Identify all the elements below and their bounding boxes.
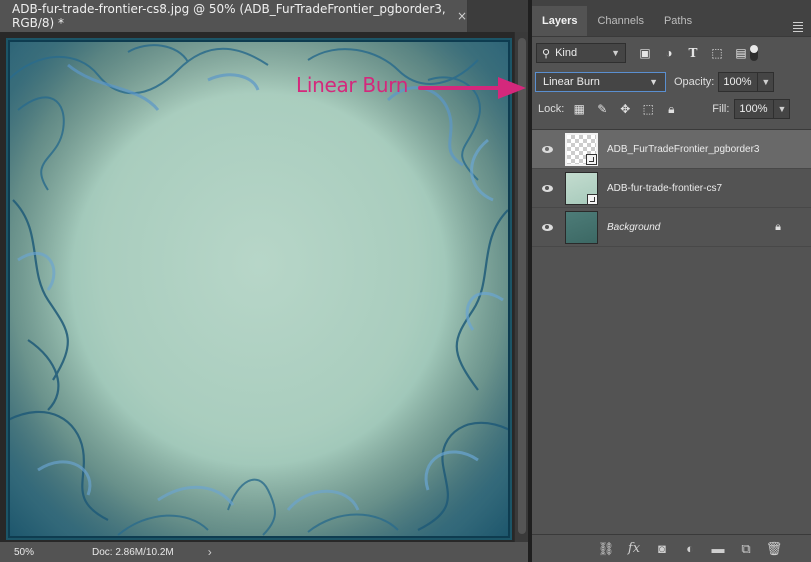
chevron-down-icon: ▼ — [649, 77, 658, 87]
lock-label: Lock: — [538, 103, 565, 115]
layer-filter-row: ⚲ Kind ▼ ▣ ◑ T ⬚ ▤ — [532, 37, 811, 69]
tab-strip-empty — [468, 0, 528, 32]
layer-row[interactable]: ADB-fur-trade-frontier-cs7 — [532, 169, 811, 208]
lock-transparent-pixels-icon[interactable]: ▦ — [572, 102, 586, 116]
layer-name[interactable]: ADB_FurTradeFrontier_pgborder3 — [607, 144, 759, 155]
artboard[interactable] — [6, 38, 512, 540]
image-filter-icon[interactable]: ▣ — [638, 46, 652, 60]
new-layer-icon[interactable]: ⧉ — [739, 541, 753, 557]
fill-label: Fill: — [712, 103, 730, 115]
smart-object-badge-icon — [586, 153, 597, 165]
fill-slider-toggle[interactable]: ▼ — [774, 99, 791, 119]
layer-thumbnail[interactable] — [565, 132, 598, 166]
zoom-level[interactable]: 50% — [0, 547, 40, 558]
lock-artboard-icon[interactable]: ⬚ — [641, 102, 655, 116]
search-icon: ⚲ — [542, 47, 551, 60]
layer-row[interactable]: Background 🔒︎ — [532, 208, 811, 247]
layer-row[interactable]: ADB_FurTradeFrontier_pgborder3 — [532, 130, 811, 169]
annotation-arrow-icon — [418, 77, 526, 99]
blend-mode-value: Linear Burn — [543, 76, 600, 88]
document-tab-title: ADB-fur-trade-frontier-cs8.jpg @ 50% (AD… — [12, 2, 446, 30]
type-filter-icon[interactable]: T — [686, 46, 700, 60]
lock-all-icon[interactable]: 🔒︎ — [664, 102, 678, 116]
visibility-eye-icon[interactable] — [532, 184, 562, 192]
new-group-icon[interactable]: ▬ — [711, 541, 725, 556]
fill-input[interactable]: 100% — [734, 99, 775, 119]
chevron-down-icon: ▼ — [611, 48, 620, 58]
layers-panel-footer: ⛓ fx ◙ ◐ ▬ ⧉ 🗑︎ — [532, 534, 811, 562]
status-bar: 50% Doc: 2.86M/10.2M › — [0, 542, 528, 562]
lock-row: Lock: ▦ ✎ ✥ ⬚ 🔒︎ Fill: 100% ▼ — [532, 95, 811, 123]
layers-panel: Layers Channels Paths ⚲ Kind ▼ ▣ ◑ T ⬚ ▤… — [532, 0, 811, 562]
layer-thumbnail[interactable] — [565, 171, 598, 205]
lock-position-icon[interactable]: ✥ — [618, 102, 632, 116]
smart-object-badge-icon — [587, 193, 598, 205]
visibility-eye-icon[interactable] — [532, 145, 562, 153]
layer-name[interactable]: Background — [607, 222, 660, 233]
opacity-input[interactable]: 100% — [718, 72, 759, 92]
annotation-label: Linear Burn — [296, 73, 409, 97]
layer-name[interactable]: ADB-fur-trade-frontier-cs7 — [607, 183, 722, 194]
shape-filter-icon[interactable]: ⬚ — [710, 46, 724, 60]
adjustment-filter-icon[interactable]: ◑ — [662, 46, 676, 60]
blend-mode-select[interactable]: Linear Burn ▼ — [535, 72, 666, 92]
blend-row: Linear Burn ▼ Opacity: 100% ▼ — [532, 69, 811, 95]
panel-tab-bar: Layers Channels Paths — [532, 0, 811, 37]
filter-toggle-icon[interactable] — [750, 45, 758, 61]
canvas-vertical-scrollbar[interactable] — [514, 32, 528, 542]
adjustment-layer-icon[interactable]: ◐ — [683, 541, 697, 556]
tab-paths[interactable]: Paths — [654, 6, 702, 36]
layer-lock-icon: 🔒︎ — [775, 221, 781, 233]
visibility-eye-icon[interactable] — [532, 223, 562, 231]
floral-border-art — [8, 40, 510, 538]
filter-kind-label: Kind — [555, 47, 578, 59]
link-layers-icon[interactable]: ⛓ — [598, 541, 615, 557]
doc-size-info: Doc: 2.86M/10.2M — [92, 546, 174, 558]
delete-layer-icon[interactable]: 🗑︎ — [766, 541, 783, 557]
document-tab[interactable]: ADB-fur-trade-frontier-cs8.jpg @ 50% (AD… — [0, 0, 468, 32]
smart-object-filter-icon[interactable]: ▤ — [734, 46, 748, 60]
layers-list: ADB_FurTradeFrontier_pgborder3 ADB-fur-t… — [532, 129, 811, 534]
add-mask-icon[interactable]: ◙ — [655, 541, 669, 556]
canvas-area[interactable] — [0, 32, 514, 542]
tab-channels[interactable]: Channels — [587, 6, 653, 36]
opacity-slider-toggle[interactable]: ▼ — [758, 72, 775, 92]
artwork-image — [8, 40, 510, 538]
tab-layers[interactable]: Layers — [532, 6, 588, 36]
status-menu-arrow-icon[interactable]: › — [208, 545, 212, 559]
panel-menu-icon[interactable] — [793, 22, 803, 34]
scrollbar-thumb[interactable] — [518, 38, 526, 534]
close-document-icon[interactable]: × — [457, 9, 467, 23]
layer-thumbnail[interactable] — [565, 210, 598, 244]
opacity-label: Opacity: — [674, 76, 715, 88]
filter-kind-select[interactable]: ⚲ Kind ▼ — [536, 43, 626, 63]
fx-icon[interactable]: fx — [627, 541, 641, 556]
lock-image-pixels-icon[interactable]: ✎ — [595, 102, 609, 116]
